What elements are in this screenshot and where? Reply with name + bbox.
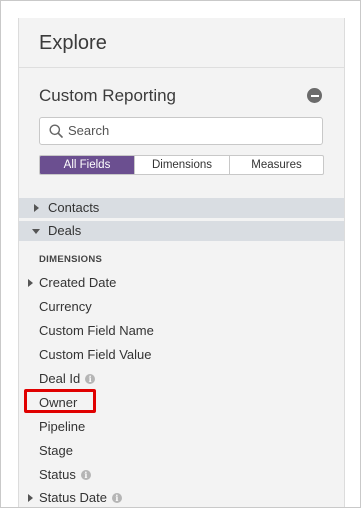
field-label: Stage <box>39 443 73 458</box>
search-box[interactable] <box>39 117 323 145</box>
page-title: Explore <box>39 32 107 54</box>
field-status-date[interactable]: Status Date i <box>28 489 122 507</box>
search-icon <box>49 124 63 138</box>
collapse-minus-icon[interactable] <box>307 88 322 103</box>
field-label: Deal Id <box>39 371 81 386</box>
field-label: Pipeline <box>39 419 86 434</box>
owner-highlight-box <box>24 389 96 413</box>
tab-all-fields[interactable]: All Fields <box>40 156 135 174</box>
field-currency[interactable]: Currency <box>39 298 92 316</box>
group-label: Deals <box>48 223 82 238</box>
field-filter-tabs: All Fields Dimensions Measures <box>39 155 324 175</box>
header-divider <box>19 67 344 68</box>
group-deals[interactable]: Deals <box>19 221 344 241</box>
field-status[interactable]: Status i <box>39 466 91 484</box>
field-label: Status Date <box>39 490 107 505</box>
field-custom-field-name[interactable]: Custom Field Name <box>39 322 154 340</box>
field-label: Custom Field Name <box>39 323 154 338</box>
field-label: Status <box>39 467 76 482</box>
explore-panel: Explore Custom Reporting All Fields Dime… <box>18 18 345 507</box>
search-input[interactable] <box>68 120 308 140</box>
group-label: Contacts <box>48 200 100 215</box>
section-title: Custom Reporting <box>39 86 177 105</box>
info-icon[interactable]: i <box>85 374 96 384</box>
chevron-right-icon <box>34 204 39 212</box>
field-custom-field-value[interactable]: Custom Field Value <box>39 346 151 364</box>
info-icon[interactable]: i <box>111 493 122 503</box>
tab-measures[interactable]: Measures <box>230 156 323 174</box>
window-frame: Explore Custom Reporting All Fields Dime… <box>0 0 361 508</box>
field-deal-id[interactable]: Deal Id i <box>39 370 96 388</box>
field-created-date[interactable]: Created Date <box>28 274 117 292</box>
field-label: Custom Field Value <box>39 347 152 362</box>
tab-dimensions[interactable]: Dimensions <box>135 156 230 174</box>
group-contacts[interactable]: Contacts <box>19 198 344 218</box>
chevron-right-icon[interactable] <box>28 279 33 287</box>
field-stage[interactable]: Stage <box>39 442 73 460</box>
info-icon[interactable]: i <box>80 470 91 480</box>
field-label: Currency <box>39 299 92 314</box>
dimensions-header: DIMENSIONS <box>39 254 103 265</box>
field-label: Created Date <box>39 275 117 290</box>
field-pipeline[interactable]: Pipeline <box>39 418 85 436</box>
chevron-down-icon <box>32 229 40 234</box>
chevron-right-icon[interactable] <box>28 494 33 502</box>
